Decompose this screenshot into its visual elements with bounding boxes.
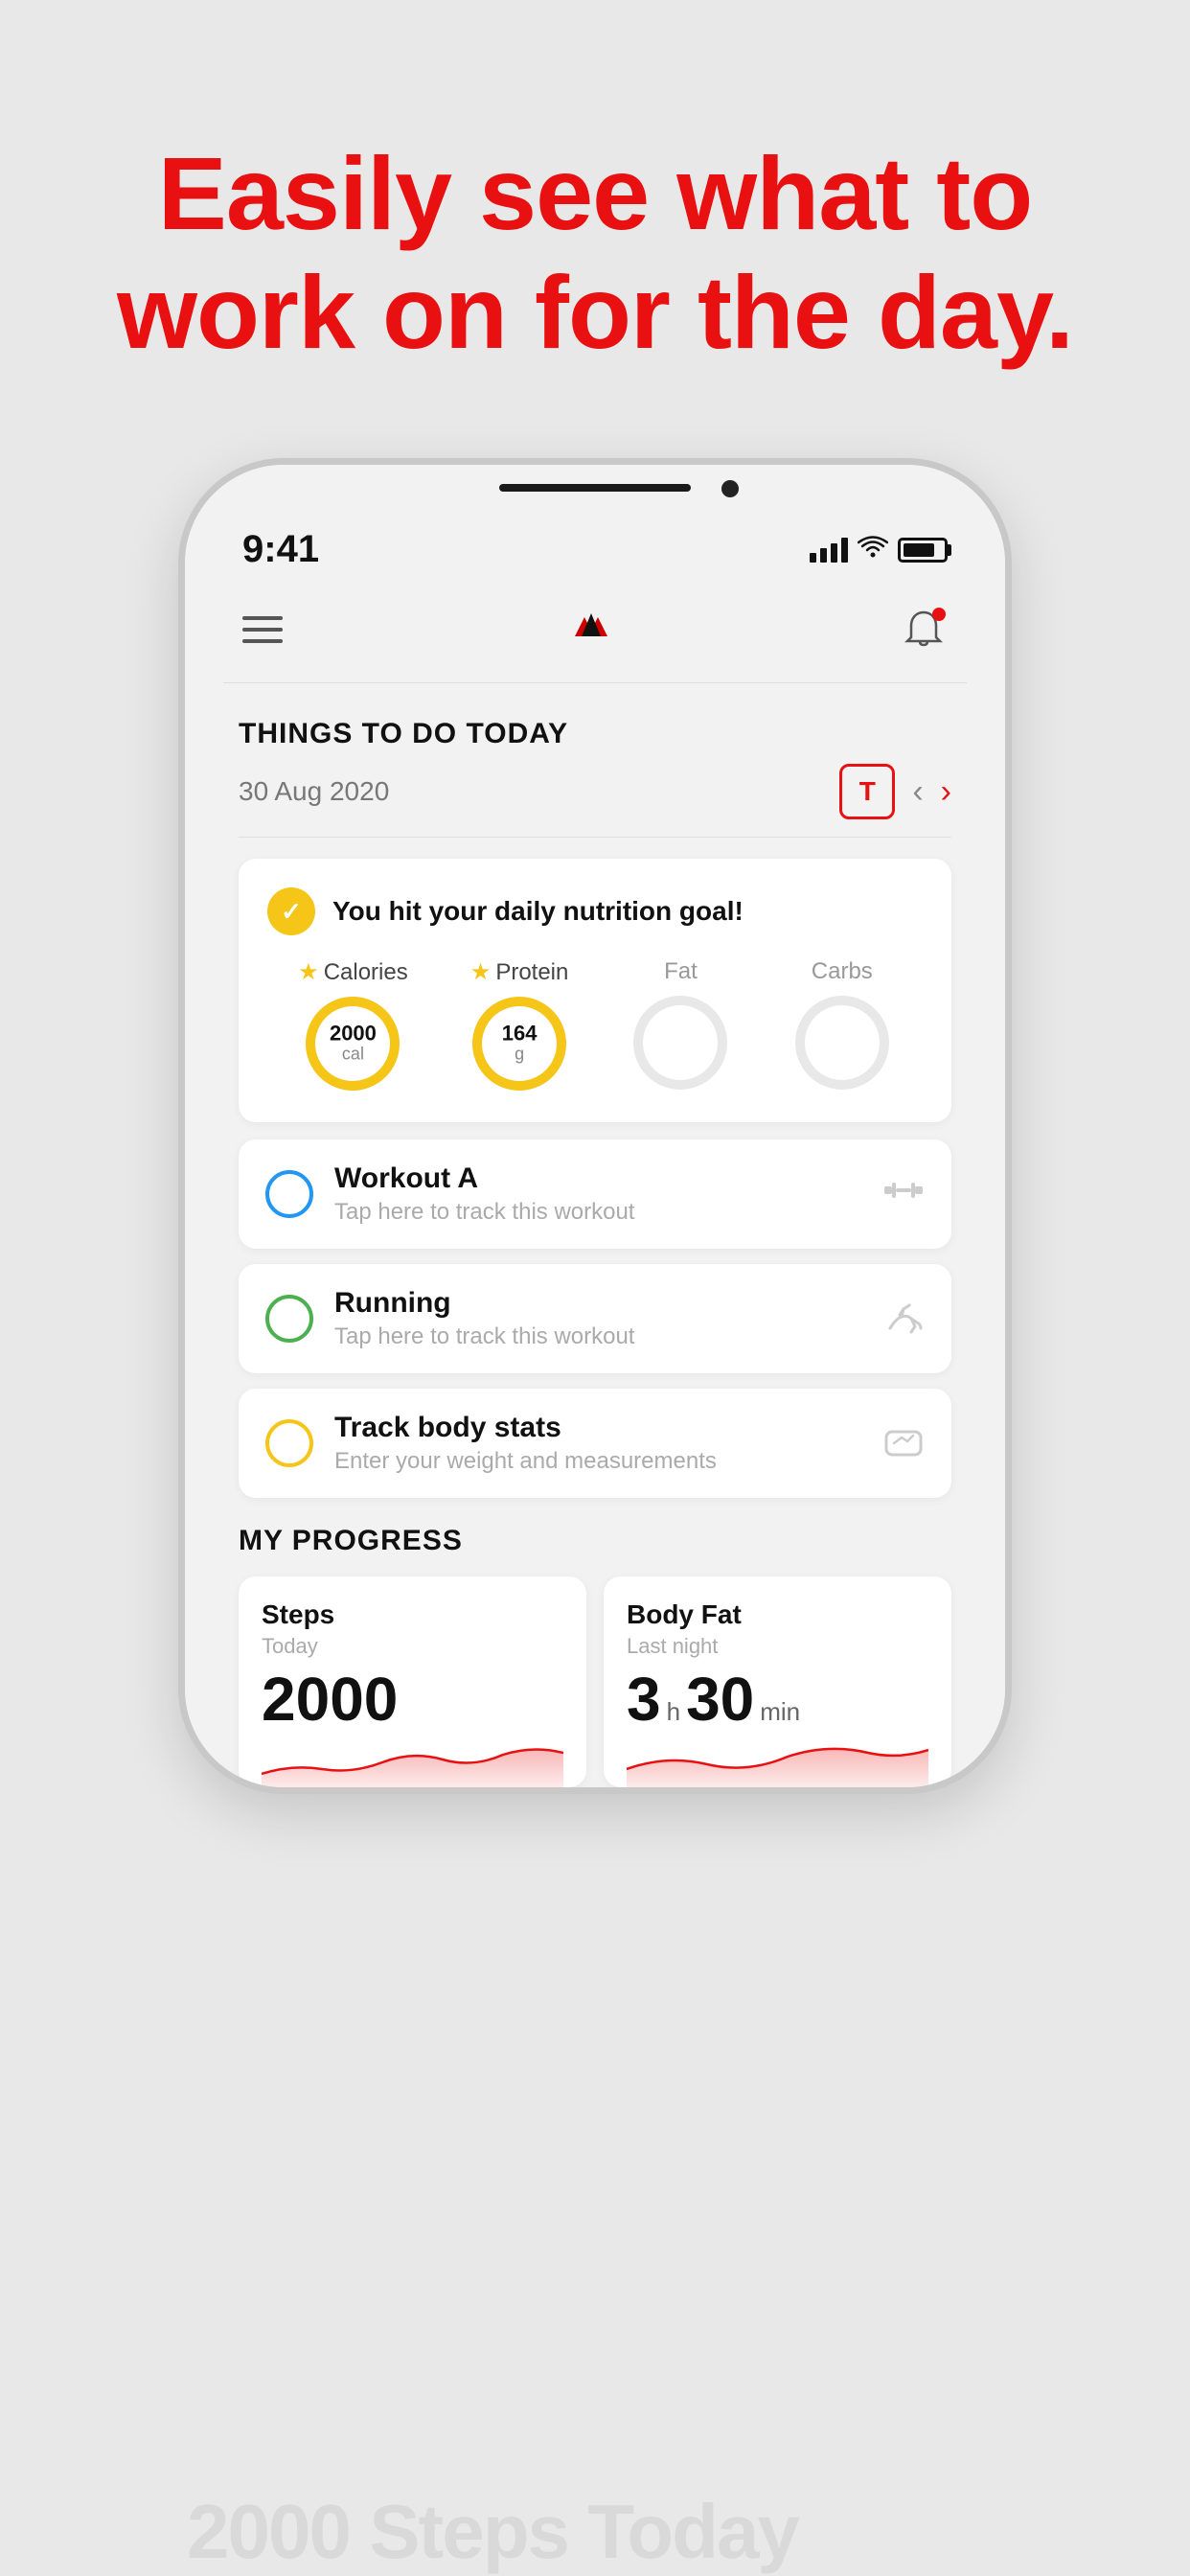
task-info-body-stats: Track body stats Enter your weight and m…: [334, 1412, 717, 1475]
hero-section: Easily see what to work on for the day.: [40, 134, 1150, 372]
time-h-unit: h: [667, 1699, 680, 1724]
task-name-body-stats: Track body stats: [334, 1412, 717, 1444]
nutrition-goal-text: You hit your daily nutrition goal!: [332, 896, 744, 927]
ring-calories: 2000 cal: [303, 994, 402, 1093]
ring-protein: 164 g: [469, 994, 569, 1093]
app-header: [185, 581, 1005, 682]
section-divider: [239, 837, 951, 838]
task-info-workout-a: Workout A Tap here to track this workout: [334, 1162, 634, 1226]
ring-fat: [630, 993, 730, 1092]
task-body-stats[interactable]: Track body stats Enter your weight and m…: [239, 1389, 951, 1498]
body-fat-card: Body Fat Last night 3 h 30 min: [604, 1576, 951, 1787]
date-nav: 30 Aug 2020 T ‹ ›: [239, 764, 951, 819]
workout-icon: [882, 1169, 925, 1220]
phone-wrapper: 9:41: [178, 458, 1012, 1794]
logo-svg: [558, 596, 625, 663]
task-workout-a[interactable]: Workout A Tap here to track this workout: [239, 1139, 951, 1249]
phone-frame: 9:41: [178, 458, 1012, 1794]
check-circle: ✓: [267, 887, 315, 935]
calories-unit: cal: [330, 1045, 377, 1065]
date-display: 30 Aug 2020: [239, 776, 389, 807]
status-icons: [810, 533, 948, 566]
task-circle-body-stats: [265, 1419, 313, 1467]
app-logo: [558, 596, 625, 663]
steps-card: Steps Today 2000: [239, 1576, 586, 1787]
menu-button[interactable]: [242, 616, 283, 643]
time-minutes: 30: [686, 1668, 754, 1730]
calories-value: 2000: [330, 1024, 377, 1045]
task-subtitle-workout-a: Tap here to track this workout: [334, 1199, 634, 1226]
next-arrow[interactable]: ›: [941, 773, 951, 811]
steps-value: 2000: [262, 1668, 563, 1730]
task-running[interactable]: Running Tap here to track this workout: [239, 1264, 951, 1373]
section-title: THINGS TO DO TODAY: [239, 718, 951, 750]
notification-bell[interactable]: [900, 606, 948, 654]
task-circle-workout-a: [265, 1170, 313, 1218]
macro-carbs: Carbs: [792, 958, 892, 1092]
task-subtitle-body-stats: Enter your weight and measurements: [334, 1448, 717, 1475]
running-icon: [882, 1298, 925, 1341]
hero-title: Easily see what to work on for the day.: [117, 134, 1073, 372]
steps-promo-text: 2000 Steps Today: [187, 2488, 798, 2576]
macro-label-protein: ★ Protein: [470, 958, 569, 986]
macro-calories: ★ Calories 2000 cal: [298, 958, 408, 1093]
macro-label-carbs: Carbs: [812, 958, 873, 985]
task-info-running: Running Tap here to track this workout: [334, 1287, 634, 1350]
date-controls: T ‹ ›: [839, 764, 951, 819]
progress-cards: Steps Today 2000: [239, 1576, 951, 1787]
task-name-workout-a: Workout A: [334, 1162, 634, 1195]
macro-label-fat: Fat: [664, 958, 698, 985]
prev-arrow[interactable]: ‹: [912, 773, 923, 811]
signal-icon: [810, 538, 848, 563]
time-hours: 3: [627, 1668, 661, 1730]
progress-title: MY PROGRESS: [239, 1525, 951, 1557]
notch-pill: [499, 484, 691, 492]
time-min-unit: min: [760, 1699, 800, 1724]
status-time: 9:41: [242, 528, 319, 571]
body-fat-chart: [627, 1736, 928, 1787]
body-fat-label: Body Fat: [627, 1599, 928, 1630]
body-fat-value: 3 h 30 min: [627, 1668, 928, 1730]
task-subtitle-running: Tap here to track this workout: [334, 1323, 634, 1350]
nutrition-card: ✓ You hit your daily nutrition goal! ★ C…: [239, 859, 951, 1122]
ring-carbs: [792, 993, 892, 1092]
today-button[interactable]: T: [839, 764, 895, 819]
star-icon-protein: ★: [470, 958, 492, 986]
macro-fat: Fat: [630, 958, 730, 1092]
check-mark: ✓: [281, 897, 302, 927]
protein-value: 164: [502, 1024, 538, 1045]
macros-grid: ★ Calories 2000 cal: [267, 958, 923, 1093]
task-circle-running: [265, 1295, 313, 1343]
macro-label-calories: ★ Calories: [298, 958, 408, 986]
main-content: THINGS TO DO TODAY 30 Aug 2020 T ‹ › ✓: [185, 683, 1005, 1787]
steps-chart: [262, 1736, 563, 1787]
wifi-icon: [858, 533, 888, 566]
body-fat-sublabel: Last night: [627, 1634, 928, 1659]
protein-unit: g: [502, 1045, 538, 1065]
macro-protein: ★ Protein 164 g: [469, 958, 569, 1093]
status-bar: 9:41: [185, 518, 1005, 581]
nutrition-header: ✓ You hit your daily nutrition goal!: [267, 887, 923, 935]
notch-area: [185, 465, 1005, 518]
scale-icon: [882, 1422, 925, 1465]
steps-sublabel: Today: [262, 1634, 563, 1659]
task-name-running: Running: [334, 1287, 634, 1320]
notch-camera-dot: [721, 480, 739, 497]
battery-icon: [898, 538, 948, 563]
star-icon: ★: [298, 958, 319, 986]
steps-label: Steps: [262, 1599, 563, 1630]
